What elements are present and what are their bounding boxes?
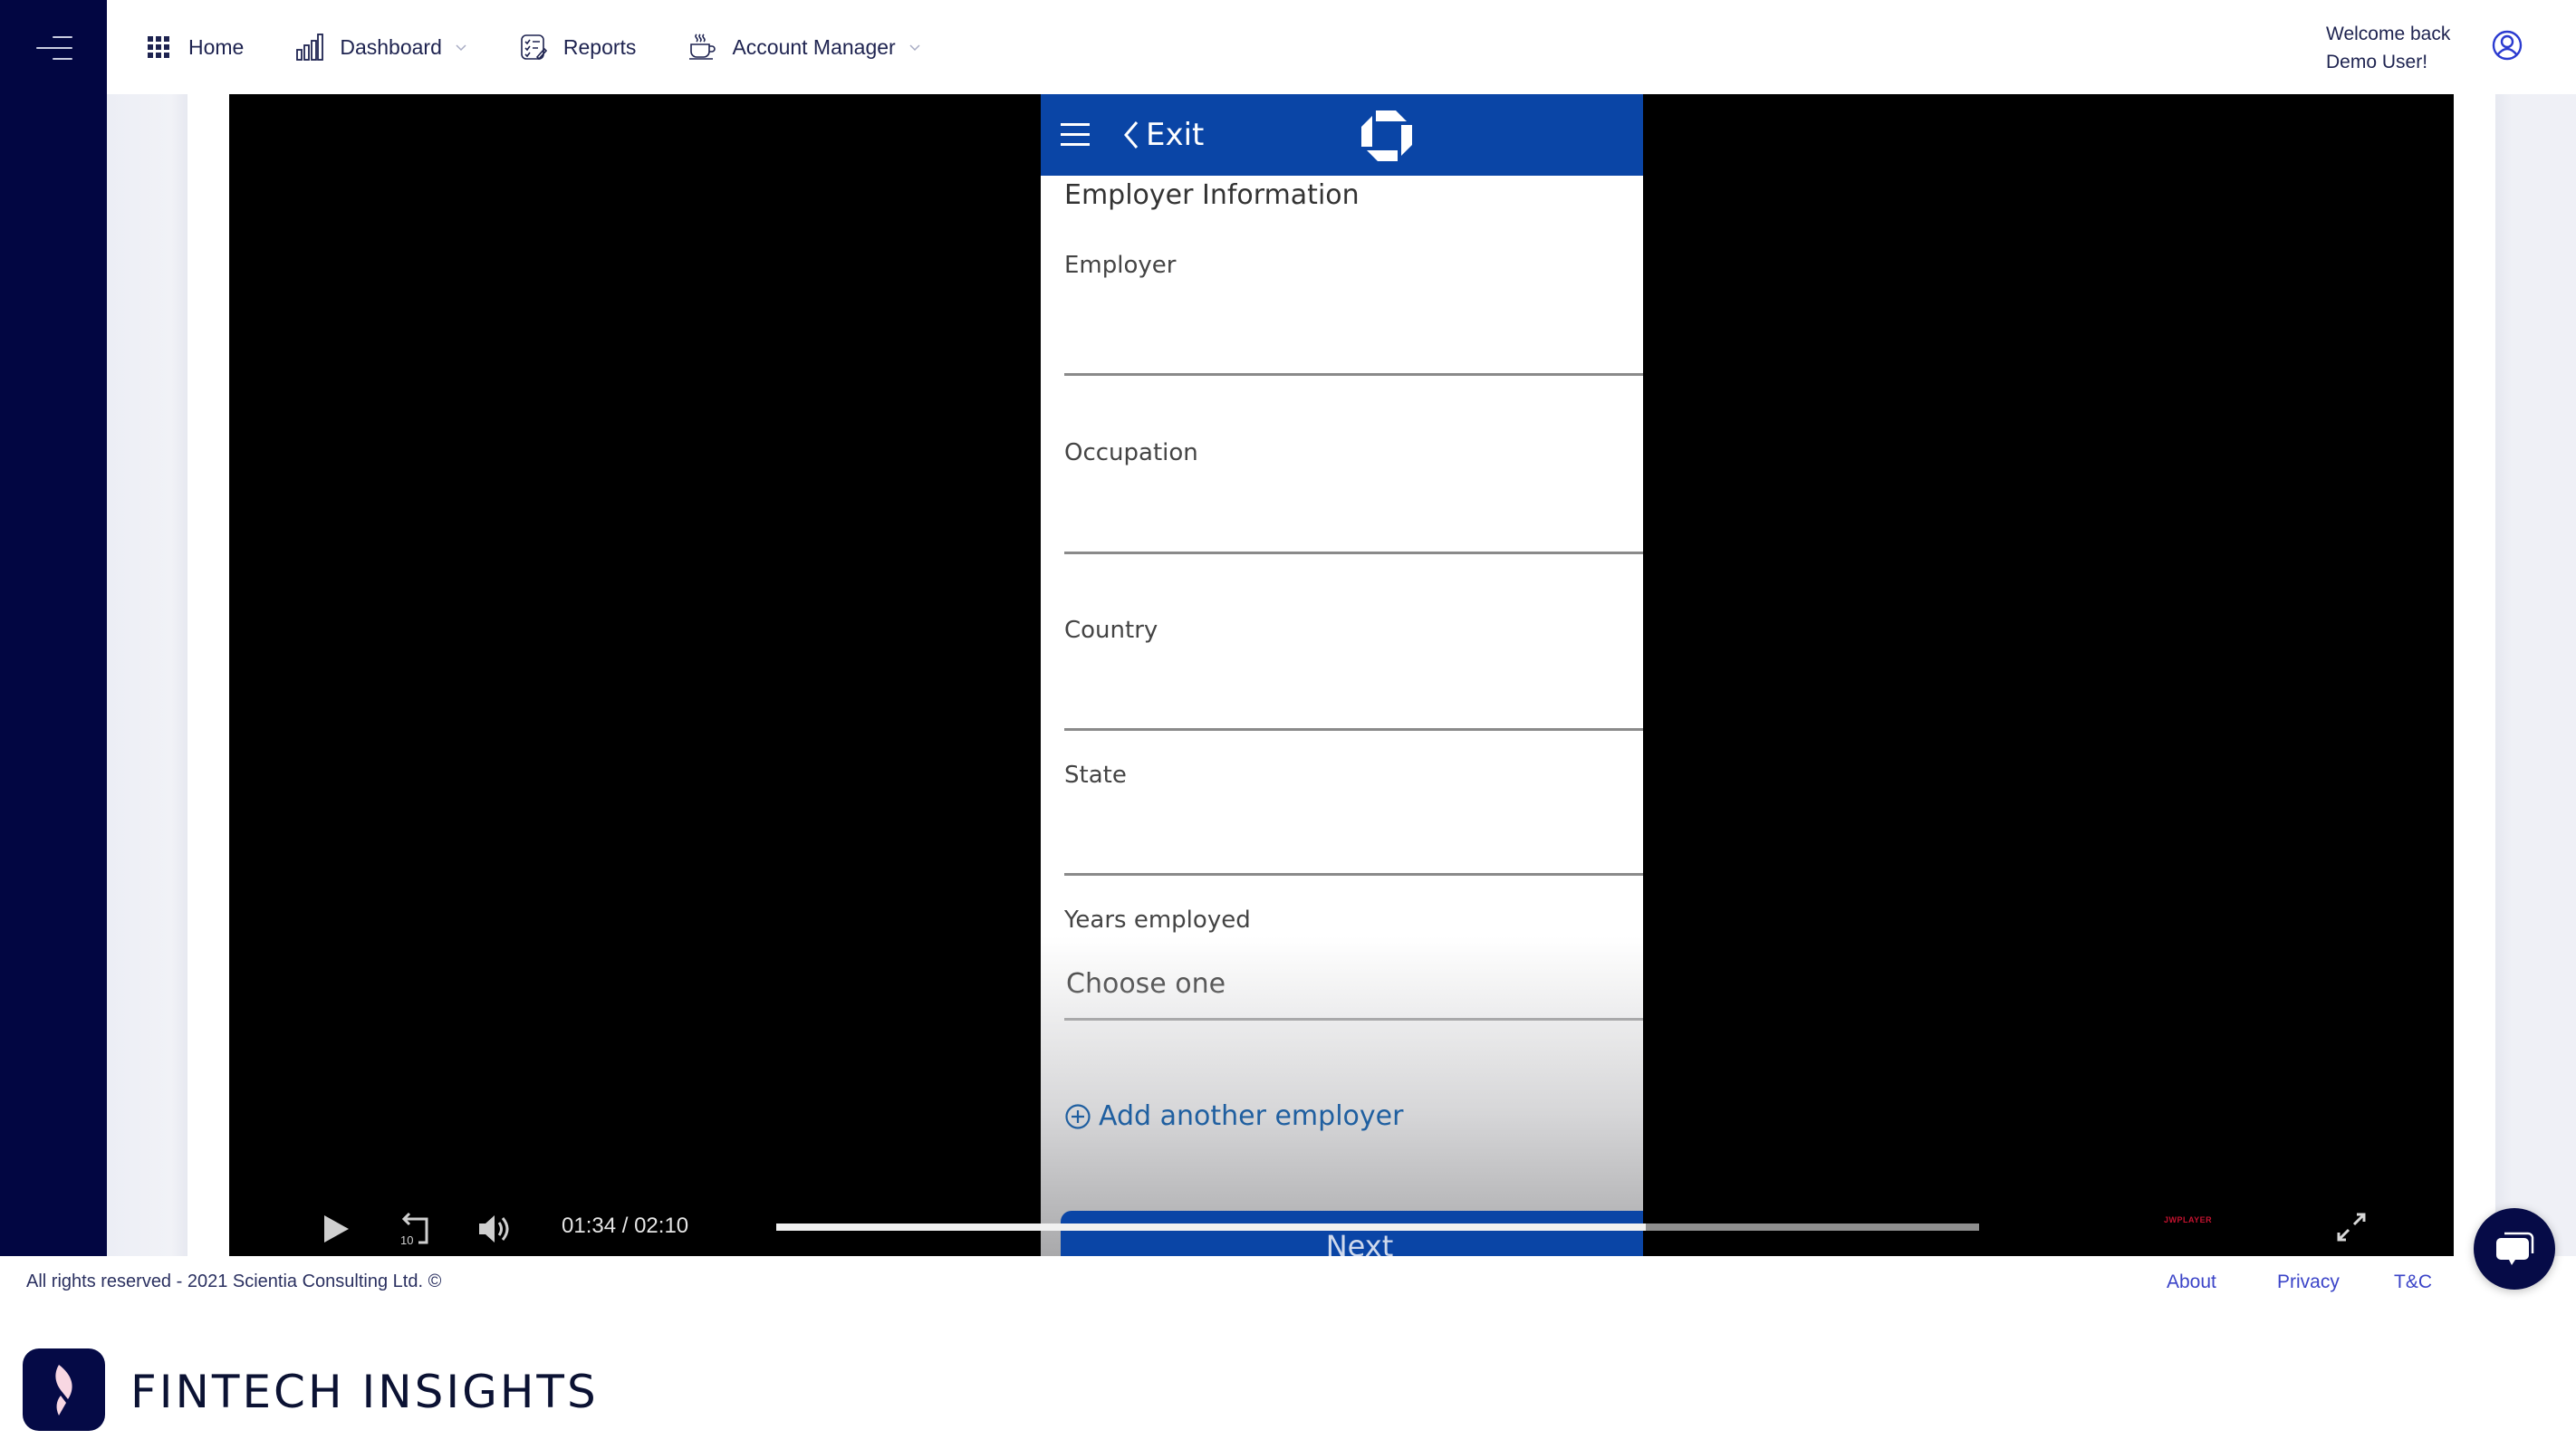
main-nav: Home Dashboard Reports Account Manager <box>145 27 974 67</box>
footer-link-terms[interactable]: T&C <box>2394 1271 2432 1293</box>
exit-button: Exit <box>1122 114 1204 156</box>
nav-home[interactable]: Home <box>145 34 244 61</box>
video-progress-played <box>776 1223 1647 1231</box>
years-employed-select: Choose one <box>1066 968 1226 1000</box>
field-underline <box>1064 1018 1643 1021</box>
fullscreen-icon[interactable] <box>2336 1212 2367 1243</box>
nav-account-manager[interactable]: Account Manager <box>688 34 920 61</box>
brand-logo <box>23 1348 105 1431</box>
chevron-left-icon <box>1124 121 1139 149</box>
nav-dashboard[interactable]: Dashboard <box>296 34 467 61</box>
field-underline <box>1064 728 1643 731</box>
left-gutter <box>107 94 187 1256</box>
nav-reports-label: Reports <box>562 34 637 59</box>
chevron-down-icon <box>456 44 466 52</box>
video-progress-bar[interactable] <box>776 1223 1979 1231</box>
duration: 02:10 <box>634 1214 689 1238</box>
coffee-cup-icon <box>688 34 716 61</box>
content-card-edge <box>2454 94 2495 1256</box>
content-card-edge <box>187 94 229 1256</box>
section-title: Employer Information <box>1064 179 1360 211</box>
video-controls: 10 01:34 / 02:10 JWPLAYER <box>229 1199 2454 1256</box>
footer-link-privacy[interactable]: Privacy <box>2277 1271 2340 1293</box>
checklist-icon <box>520 34 547 61</box>
grid-icon <box>145 34 172 61</box>
field-underline <box>1064 373 1643 376</box>
nav-account-manager-label: Account Manager <box>732 34 896 59</box>
field-label-years-employed: Years employed <box>1064 907 1251 934</box>
field-label-country: Country <box>1064 617 1158 644</box>
field-underline <box>1064 873 1643 876</box>
welcome-message: Welcome back Demo User! <box>2326 20 2450 76</box>
field-label-state: State <box>1064 762 1127 789</box>
rewind-10-icon[interactable]: 10 <box>397 1212 433 1246</box>
time-separator: / <box>616 1214 635 1238</box>
chevron-down-icon <box>909 44 920 52</box>
nav-dashboard-label: Dashboard <box>340 34 442 59</box>
volume-icon[interactable] <box>477 1214 514 1244</box>
page: Home Dashboard Reports Account Manager W… <box>0 0 2576 1449</box>
video-frame-phone-screen: Exit Employer Information Employer Occup… <box>1041 94 1643 1256</box>
time-readout: 01:34 / 02:10 <box>562 1214 688 1239</box>
exit-label: Exit <box>1146 117 1205 153</box>
brand-name: FINTECH INSIGHTS <box>130 1366 599 1418</box>
field-underline <box>1064 552 1643 554</box>
top-header: Home Dashboard Reports Account Manager W… <box>107 0 2576 94</box>
chat-bubble-icon <box>2496 1232 2534 1265</box>
user-name: Demo User! <box>2326 52 2428 72</box>
field-label-employer: Employer <box>1064 252 1177 279</box>
bank-app-header: Exit <box>1041 94 1643 176</box>
hamburger-menu-icon[interactable] <box>34 33 72 63</box>
right-gutter <box>2495 94 2576 1256</box>
play-icon[interactable] <box>322 1214 351 1244</box>
field-label-occupation: Occupation <box>1064 439 1198 466</box>
user-circle-icon[interactable] <box>2492 30 2523 61</box>
hamburger-menu-icon <box>1061 121 1091 147</box>
welcome-line: Welcome back <box>2326 24 2451 44</box>
sidebar <box>0 0 107 1256</box>
svg-text:10: 10 <box>400 1233 413 1246</box>
footer-link-about[interactable]: About <box>2167 1271 2216 1293</box>
chat-button[interactable] <box>2474 1208 2555 1290</box>
bar-chart-icon <box>296 34 324 61</box>
add-another-employer-link: Add another employer <box>1064 1100 1403 1132</box>
nav-home-label: Home <box>188 34 245 59</box>
plus-circle-icon <box>1065 1103 1091 1129</box>
video-player[interactable]: Exit Employer Information Employer Occup… <box>229 94 2454 1256</box>
bank-octagon-logo-icon <box>1361 110 1412 161</box>
flame-logo-icon <box>54 1364 72 1415</box>
add-employer-label: Add another employer <box>1099 1100 1404 1132</box>
current-time: 01:34 <box>562 1214 617 1238</box>
copyright-text: All rights reserved - 2021 Scientia Cons… <box>26 1271 442 1291</box>
nav-reports[interactable]: Reports <box>520 34 637 61</box>
player-brand-logo: JWPLAYER <box>2164 1215 2213 1224</box>
